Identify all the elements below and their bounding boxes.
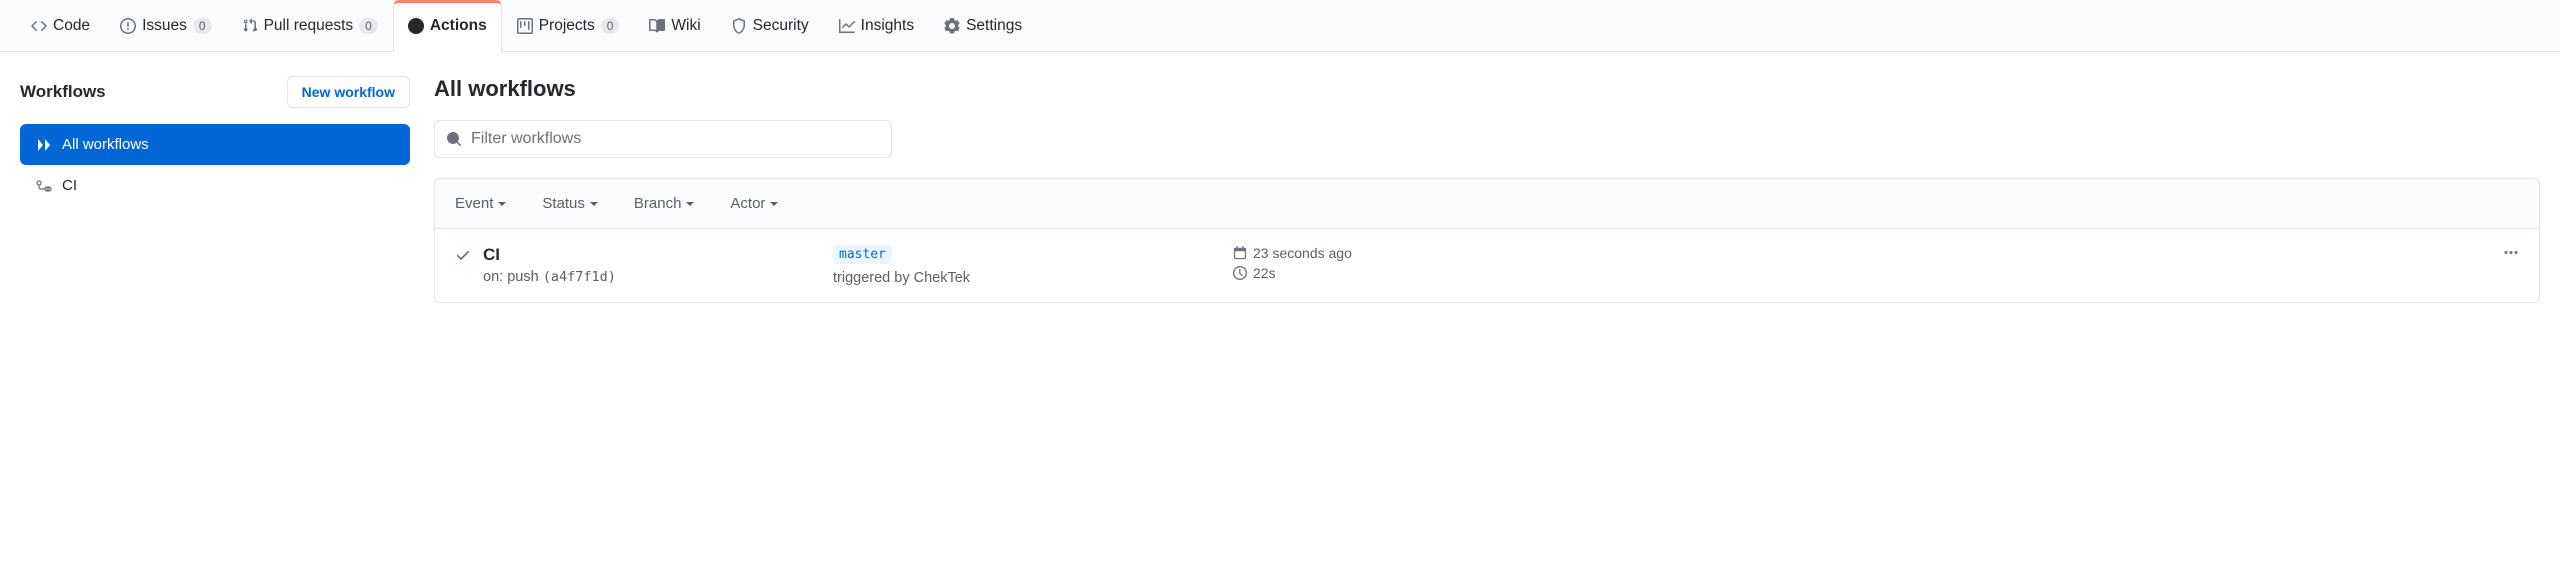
new-workflow-button[interactable]: New workflow <box>287 76 410 108</box>
run-trigger: master triggered by ChekTek <box>833 245 1233 286</box>
tab-insights[interactable]: Insights <box>824 0 929 51</box>
run-status <box>455 245 483 266</box>
filter-branch-label: Branch <box>634 195 682 212</box>
run-sha-open: ( <box>543 269 551 285</box>
caret-icon <box>498 202 506 206</box>
filter-actor-label: Actor <box>730 195 765 212</box>
run-time: 23 seconds ago 22s <box>1233 245 1433 285</box>
tab-wiki[interactable]: Wiki <box>634 0 715 51</box>
caret-icon <box>590 202 598 206</box>
tab-settings-label: Settings <box>966 17 1022 35</box>
repo-tabnav: Code Issues 0 Pull requests 0 Actions Pr… <box>0 0 2560 52</box>
tab-wiki-label: Wiki <box>671 17 700 35</box>
tab-projects-label: Projects <box>539 17 595 35</box>
sidebar-item-all-workflows[interactable]: All workflows <box>20 124 410 165</box>
triggered-prefix: triggered by <box>833 270 910 286</box>
run-meta: on: push (a4f7f1d) <box>483 269 833 285</box>
tab-security-label: Security <box>753 17 809 35</box>
sidebar-item-ci[interactable]: CI <box>20 165 410 206</box>
filter-wrap <box>434 120 2540 158</box>
tab-code[interactable]: Code <box>16 0 105 51</box>
issue-icon <box>120 18 136 34</box>
sidebar-all-label: All workflows <box>62 136 149 153</box>
filter-status-label: Status <box>542 195 585 212</box>
filter-event-label: Event <box>455 195 493 212</box>
sidebar-header: Workflows New workflow <box>20 76 410 108</box>
tab-actions[interactable]: Actions <box>393 0 502 51</box>
triggered-user: ChekTek <box>914 270 970 286</box>
gear-icon <box>944 18 960 34</box>
projects-count: 0 <box>601 18 620 34</box>
tab-security[interactable]: Security <box>716 0 824 51</box>
filter-branch-dropdown[interactable]: Branch <box>634 195 695 212</box>
pull-request-icon <box>242 18 258 34</box>
run-duration: 22s <box>1253 265 1276 281</box>
run-sha: a4f7f1d <box>551 269 608 285</box>
main-layout: Workflows New workflow All workflows CI … <box>0 52 2560 327</box>
sidebar-ci-label: CI <box>62 177 77 194</box>
content-area: All workflows Event Status Branch <box>434 76 2540 303</box>
tab-code-label: Code <box>53 17 90 35</box>
tab-issues-label: Issues <box>142 17 187 35</box>
play-all-icon <box>36 137 52 153</box>
tab-actions-label: Actions <box>430 17 487 35</box>
filter-status-dropdown[interactable]: Status <box>542 195 598 212</box>
book-icon <box>649 18 665 34</box>
caret-icon <box>686 202 694 206</box>
issues-count: 0 <box>193 18 212 34</box>
stopwatch-icon <box>1233 266 1247 280</box>
branch-badge[interactable]: master <box>833 245 892 264</box>
sidebar-heading: Workflows <box>20 82 106 102</box>
filter-event-dropdown[interactable]: Event <box>455 195 506 212</box>
tab-insights-label: Insights <box>861 17 914 35</box>
tab-pull-requests[interactable]: Pull requests 0 <box>227 0 393 51</box>
pr-count: 0 <box>359 18 378 34</box>
project-icon <box>517 18 533 34</box>
run-time-ago: 23 seconds ago <box>1253 245 1352 261</box>
tab-issues[interactable]: Issues 0 <box>105 0 227 51</box>
runs-filter-bar: Event Status Branch Actor <box>435 179 2539 229</box>
run-on-prefix: on: <box>483 269 503 285</box>
run-main: CI on: push (a4f7f1d) <box>483 245 833 285</box>
run-event: push <box>507 269 538 285</box>
runs-box: Event Status Branch Actor <box>434 178 2540 303</box>
kebab-icon <box>2503 245 2519 261</box>
tab-projects[interactable]: Projects 0 <box>502 0 635 51</box>
filter-workflows-input[interactable] <box>434 120 892 158</box>
run-title: CI <box>483 245 833 265</box>
triggered-by: triggered by ChekTek <box>833 270 1233 286</box>
page-title: All workflows <box>434 76 2540 102</box>
play-icon <box>408 18 424 34</box>
run-sha-close: ) <box>608 269 616 285</box>
check-icon <box>455 247 471 263</box>
workflow-run-row[interactable]: CI on: push (a4f7f1d) master triggered b… <box>435 229 2539 302</box>
code-icon <box>31 18 47 34</box>
shield-icon <box>731 18 747 34</box>
workflows-sidebar: Workflows New workflow All workflows CI <box>20 76 410 303</box>
caret-icon <box>770 202 778 206</box>
filter-actor-dropdown[interactable]: Actor <box>730 195 778 212</box>
graph-icon <box>839 18 855 34</box>
workflow-icon <box>36 178 52 194</box>
run-menu-button[interactable] <box>2503 245 2519 264</box>
search-icon <box>446 131 462 147</box>
calendar-icon <box>1233 246 1247 260</box>
tab-pr-label: Pull requests <box>264 17 354 35</box>
tab-settings[interactable]: Settings <box>929 0 1037 51</box>
